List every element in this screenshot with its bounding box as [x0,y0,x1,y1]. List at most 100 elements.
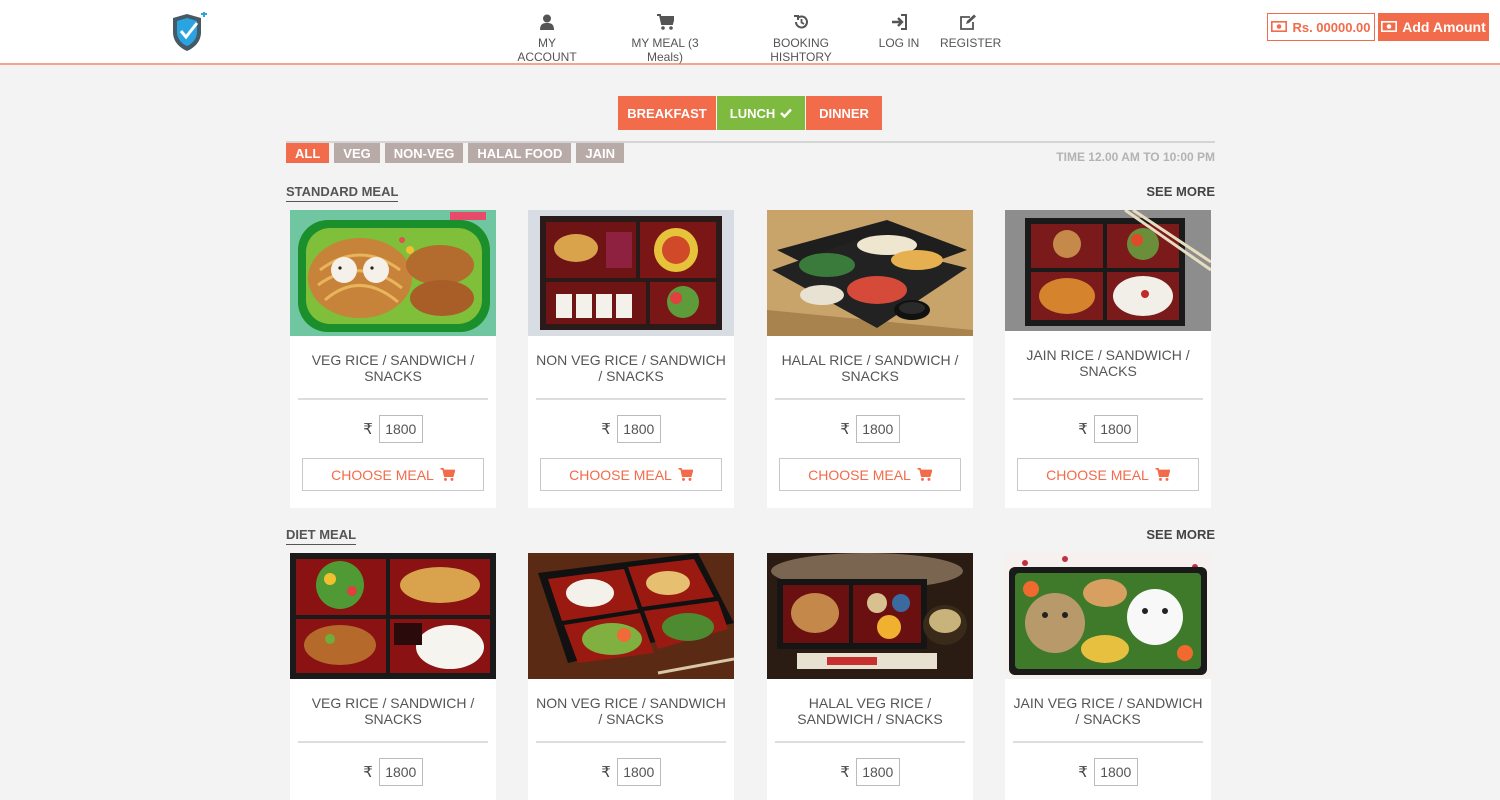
meal-card: NON VEG RICE / SANDWICH / SNACKS ₹ 1800 … [528,210,734,508]
login-icon [878,14,920,34]
nav-label: BOOKING HISHTORY [770,36,832,64]
nav-my-account[interactable]: MY ACCOUNT [509,14,585,64]
user-icon [509,14,585,34]
section-title-standard-meal: STANDARD MEAL [286,184,399,202]
meal-name: VEG RICE / SANDWICH / SNACKS [311,695,475,727]
price-row: ₹ 1800 [290,758,496,786]
edit-icon [940,14,994,34]
section-title-diet-meal: DIET MEAL [286,527,357,545]
meal-name: HALAL VEG RICE / SANDWICH / SNACKS [797,695,943,727]
price-row: ₹ 1800 [1005,758,1211,786]
meal-photo [528,553,734,679]
rupee-icon: ₹ [1078,764,1088,781]
card-divider [536,741,726,743]
tab-label: LUNCH [729,105,776,121]
cart-icon [678,468,693,481]
food-filters: ALL VEG NON-VEG HALAL FOOD JAIN [286,143,629,163]
price-row: ₹ 1800 [1005,415,1211,443]
rupee-icon: ₹ [601,764,611,781]
nav-label: MY ACCOUNT [517,36,577,64]
rupee-icon: ₹ [363,421,373,438]
cart-icon [1155,468,1170,481]
meal-card: HALAL VEG RICE / SANDWICH / SNACKS ₹ 180… [767,553,973,800]
price-value: 1800 [616,415,661,443]
price-value: 1800 [855,415,900,443]
check-icon [780,108,793,118]
meal-photo [528,210,734,336]
nav-my-meal[interactable]: MY MEAL (3 Meals) [613,14,717,64]
choose-meal-label: CHOOSE MEAL [331,466,434,483]
add-amount-button[interactable]: Add Amount [1378,13,1489,41]
choose-meal-button[interactable]: CHOOSE MEAL [540,458,722,491]
meal-name: HALAL RICE / SANDWICH / SNACKS [781,352,959,384]
wallet-balance[interactable]: Rs. 00000.00 [1267,13,1375,41]
choose-meal-button[interactable]: CHOOSE MEAL [302,458,484,491]
add-amount-label: Add Amount [1402,19,1486,35]
rupee-icon: ₹ [840,764,850,781]
card-divider [536,398,726,400]
nav-label: MY MEAL (3 Meals) [631,36,699,64]
tab-breakfast[interactable]: BREAKFAST [618,96,716,130]
meal-name: NON VEG RICE / SANDWICH / SNACKS [536,695,726,727]
price-value: 1800 [378,758,423,786]
rupee-icon: ₹ [601,421,611,438]
cart-icon [440,468,455,481]
tab-label: DINNER [819,105,869,121]
price-value: 1800 [1093,415,1138,443]
filter-all[interactable]: ALL [286,143,330,163]
meal-name: VEG RICE / SANDWICH / SNACKS [311,352,475,384]
rupee-icon: ₹ [1078,421,1088,438]
rupee-icon: ₹ [363,764,373,781]
meal-name: NON VEG RICE / SANDWICH / SNACKS [536,352,726,384]
filter-jain[interactable]: JAIN [576,143,625,163]
choose-meal-button[interactable]: CHOOSE MEAL [779,458,961,491]
nav-label: REGISTER [940,36,1002,50]
meal-card: HALAL RICE / SANDWICH / SNACKS ₹ 1800 CH… [767,210,973,508]
card-divider [775,741,965,743]
tab-label: BREAKFAST [627,105,707,121]
meal-card: JAIN RICE / SANDWICH / SNACKS ₹ 1800 CHO… [1005,210,1211,508]
cart-icon [917,468,932,481]
meal-photo [290,210,496,336]
money-icon [1381,19,1398,35]
nav-label: LOG IN [878,36,920,50]
nav-booking-history[interactable]: BOOKING HISHTORY [744,14,858,64]
filter-veg[interactable]: VEG [334,143,380,163]
card-divider [1013,741,1203,743]
choose-meal-label: CHOOSE MEAL [569,466,672,483]
serving-time: TIME 12.00 AM TO 10:00 PM [1056,150,1215,164]
meal-card: VEG RICE / SANDWICH / SNACKS ₹ 1800 CHOO… [290,210,496,508]
meal-photo [290,553,496,679]
money-icon [1271,20,1288,35]
history-icon [744,14,858,34]
tab-lunch[interactable]: LUNCH [717,96,805,130]
meal-type-tabs: BREAKFAST LUNCH DINNER [618,96,883,130]
meal-name: JAIN RICE / SANDWICH / SNACKS [1026,347,1190,379]
see-more-standard-link[interactable]: SEE MORE [1146,184,1215,199]
filter-halal-food[interactable]: HALAL FOOD [468,143,572,163]
price-row: ₹ 1800 [290,415,496,443]
see-more-diet-link[interactable]: SEE MORE [1146,527,1215,542]
price-value: 1800 [1093,758,1138,786]
rupee-icon: ₹ [840,421,850,438]
tab-dinner[interactable]: DINNER [806,96,882,130]
cart-icon [613,14,717,34]
nav-register[interactable]: REGISTER [940,14,1001,50]
card-divider [775,398,965,400]
nav-log-in[interactable]: LOG IN [878,14,920,50]
price-row: ₹ 1800 [767,415,973,443]
meal-name: JAIN VEG RICE / SANDWICH / SNACKS [1013,695,1203,727]
filter-non-veg[interactable]: NON-VEG [384,143,464,163]
meal-card: JAIN VEG RICE / SANDWICH / SNACKS ₹ 1800 [1005,553,1211,800]
meal-photo [1005,210,1211,331]
choose-meal-button[interactable]: CHOOSE MEAL [1017,458,1199,491]
meal-photo [767,553,973,679]
choose-meal-label: CHOOSE MEAL [1046,466,1149,483]
meal-photo [767,210,973,336]
price-value: 1800 [855,758,900,786]
price-value: 1800 [616,758,661,786]
card-divider [298,398,488,400]
price-row: ₹ 1800 [528,758,734,786]
price-row: ₹ 1800 [528,415,734,443]
card-divider [298,741,488,743]
